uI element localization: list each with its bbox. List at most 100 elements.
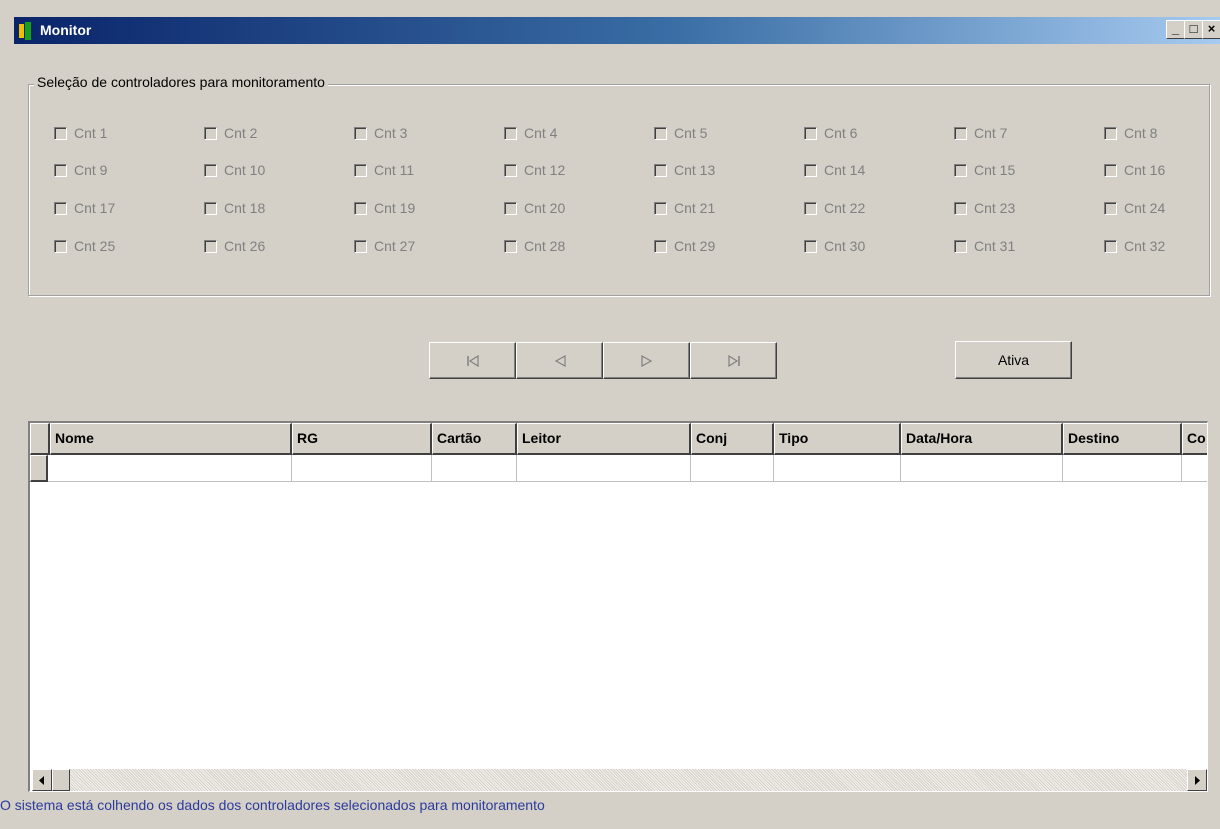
column-cartao[interactable]: Cartão: [432, 423, 517, 455]
cell-tipo[interactable]: [774, 455, 901, 482]
scroll-left-button[interactable]: [32, 769, 52, 791]
scroll-thumb[interactable]: [52, 769, 70, 791]
controller-checkbox-3[interactable]: Cnt 3: [354, 124, 407, 142]
controller-checkbox-4[interactable]: Cnt 4: [504, 124, 557, 142]
checkbox-box[interactable]: [1104, 201, 1117, 215]
table-row[interactable]: [30, 455, 1207, 482]
checkbox-box[interactable]: [954, 126, 967, 140]
controller-checkbox-7[interactable]: Cnt 7: [954, 124, 1007, 142]
controller-checkbox-18[interactable]: Cnt 18: [204, 199, 265, 217]
column-data-hora[interactable]: Data/Hora: [901, 423, 1063, 455]
cell-cartao[interactable]: [432, 455, 517, 482]
cell-co[interactable]: [1182, 455, 1207, 482]
controller-checkbox-16[interactable]: Cnt 16: [1104, 161, 1165, 179]
checkbox-box[interactable]: [204, 163, 217, 177]
controller-checkbox-8[interactable]: Cnt 8: [1104, 124, 1157, 142]
checkbox-box[interactable]: [54, 163, 67, 177]
maximize-button[interactable]: □: [1184, 20, 1203, 39]
row-indicator[interactable]: [30, 455, 48, 482]
controller-checkbox-15[interactable]: Cnt 15: [954, 161, 1015, 179]
controller-checkbox-22[interactable]: Cnt 22: [804, 199, 865, 217]
column-conj[interactable]: Conj: [691, 423, 774, 455]
column-leitor[interactable]: Leitor: [517, 423, 691, 455]
cell-destino[interactable]: [1063, 455, 1182, 482]
minimize-button[interactable]: _: [1166, 20, 1185, 39]
checkbox-label: Cnt 29: [674, 238, 716, 254]
controller-checkbox-1[interactable]: Cnt 1: [54, 124, 107, 142]
controller-checkbox-31[interactable]: Cnt 31: [954, 237, 1015, 255]
checkbox-box[interactable]: [804, 239, 817, 253]
checkbox-box[interactable]: [204, 201, 217, 215]
checkbox-box[interactable]: [1104, 163, 1117, 177]
controller-checkbox-10[interactable]: Cnt 10: [204, 161, 265, 179]
checkbox-label: Cnt 4: [524, 125, 558, 141]
controller-checkbox-13[interactable]: Cnt 13: [654, 161, 715, 179]
controller-checkbox-27[interactable]: Cnt 27: [354, 237, 415, 255]
checkbox-box[interactable]: [654, 201, 667, 215]
checkbox-box[interactable]: [954, 239, 967, 253]
controller-checkbox-19[interactable]: Cnt 19: [354, 199, 415, 217]
checkbox-box[interactable]: [954, 201, 967, 215]
column-tipo[interactable]: Tipo: [774, 423, 901, 455]
checkbox-box[interactable]: [354, 163, 367, 177]
checkbox-box[interactable]: [804, 201, 817, 215]
column-nome[interactable]: Nome: [50, 423, 292, 455]
checkbox-box[interactable]: [204, 126, 217, 140]
controller-checkbox-17[interactable]: Cnt 17: [54, 199, 115, 217]
checkbox-box[interactable]: [504, 201, 517, 215]
events-grid[interactable]: Nome RG Cartão Leitor Conj Tipo Data/Hor…: [28, 421, 1208, 792]
controller-checkbox-30[interactable]: Cnt 30: [804, 237, 865, 255]
checkbox-box[interactable]: [804, 126, 817, 140]
controller-checkbox-23[interactable]: Cnt 23: [954, 199, 1015, 217]
column-destino[interactable]: Destino: [1063, 423, 1182, 455]
checkbox-box[interactable]: [654, 126, 667, 140]
close-button[interactable]: ×: [1202, 20, 1220, 39]
controller-checkbox-12[interactable]: Cnt 12: [504, 161, 565, 179]
checkbox-box[interactable]: [204, 239, 217, 253]
controller-checkbox-29[interactable]: Cnt 29: [654, 237, 715, 255]
controller-checkbox-11[interactable]: Cnt 11: [354, 161, 414, 179]
checkbox-box[interactable]: [1104, 239, 1117, 253]
controller-checkbox-14[interactable]: Cnt 14: [804, 161, 865, 179]
controller-checkbox-24[interactable]: Cnt 24: [1104, 199, 1165, 217]
ativa-button[interactable]: Ativa: [955, 341, 1072, 379]
controller-checkbox-32[interactable]: Cnt 32: [1104, 237, 1165, 255]
checkbox-box[interactable]: [54, 239, 67, 253]
controller-checkbox-9[interactable]: Cnt 9: [54, 161, 107, 179]
last-record-button[interactable]: [690, 342, 777, 379]
checkbox-box[interactable]: [654, 163, 667, 177]
checkbox-box[interactable]: [354, 126, 367, 140]
column-rg[interactable]: RG: [292, 423, 432, 455]
controller-checkbox-21[interactable]: Cnt 21: [654, 199, 715, 217]
next-record-button[interactable]: [603, 342, 690, 379]
checkbox-box[interactable]: [654, 239, 667, 253]
checkbox-box[interactable]: [504, 163, 517, 177]
checkbox-box[interactable]: [504, 239, 517, 253]
cell-nome[interactable]: [48, 455, 292, 482]
title-bar[interactable]: Monitor _ □ ×: [14, 17, 1220, 44]
checkbox-box[interactable]: [354, 201, 367, 215]
cell-conj[interactable]: [691, 455, 774, 482]
prev-record-button[interactable]: [516, 342, 603, 379]
column-co[interactable]: Co: [1182, 423, 1207, 455]
controller-checkbox-25[interactable]: Cnt 25: [54, 237, 115, 255]
scroll-right-button[interactable]: [1187, 769, 1207, 791]
checkbox-box[interactable]: [54, 201, 67, 215]
checkbox-box[interactable]: [1104, 126, 1117, 140]
cell-data-hora[interactable]: [901, 455, 1063, 482]
controller-checkbox-5[interactable]: Cnt 5: [654, 124, 707, 142]
controller-checkbox-20[interactable]: Cnt 20: [504, 199, 565, 217]
checkbox-box[interactable]: [954, 163, 967, 177]
controller-checkbox-6[interactable]: Cnt 6: [804, 124, 857, 142]
cell-rg[interactable]: [292, 455, 432, 482]
checkbox-box[interactable]: [504, 126, 517, 140]
checkbox-box[interactable]: [54, 126, 67, 140]
cell-leitor[interactable]: [517, 455, 691, 482]
first-record-button[interactable]: [429, 342, 516, 379]
controller-checkbox-28[interactable]: Cnt 28: [504, 237, 565, 255]
controller-checkbox-2[interactable]: Cnt 2: [204, 124, 257, 142]
checkbox-box[interactable]: [804, 163, 817, 177]
horizontal-scrollbar[interactable]: [32, 769, 1207, 791]
controller-checkbox-26[interactable]: Cnt 26: [204, 237, 265, 255]
checkbox-box[interactable]: [354, 239, 367, 253]
